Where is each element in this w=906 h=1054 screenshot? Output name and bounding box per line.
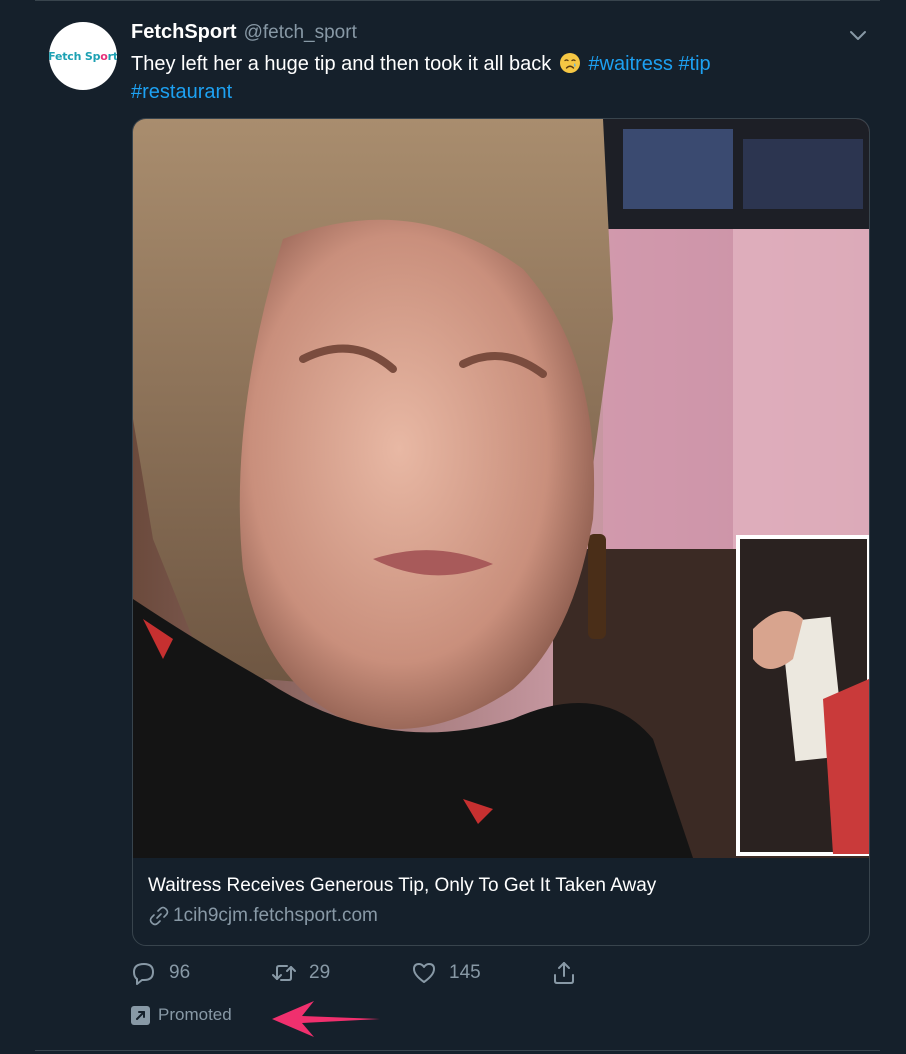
tweet-actions: 96 29 145 bbox=[131, 960, 611, 988]
link-icon bbox=[149, 906, 169, 926]
divider bbox=[35, 1050, 880, 1051]
card-image[interactable] bbox=[133, 119, 869, 858]
tweet-body: They left her a huge tip and then took i… bbox=[131, 53, 552, 75]
like-button[interactable]: 145 bbox=[411, 960, 481, 986]
hashtag-link[interactable]: #tip bbox=[678, 53, 710, 75]
hashtag-link[interactable]: #waitress bbox=[588, 53, 672, 75]
card-link[interactable]: 1cih9cjm.fetchsport.com bbox=[148, 905, 378, 927]
link-card[interactable]: Waitress Receives Generous Tip, Only To … bbox=[132, 118, 870, 946]
hashtag-link[interactable]: #restaurant bbox=[131, 81, 232, 103]
share-button[interactable] bbox=[551, 960, 577, 986]
reply-count: 96 bbox=[169, 962, 191, 983]
reply-button[interactable]: 96 bbox=[131, 960, 190, 986]
handle[interactable]: @fetch_sport bbox=[244, 22, 357, 44]
promoted-arrow-icon bbox=[131, 1005, 150, 1025]
card-title[interactable]: Waitress Receives Generous Tip, Only To … bbox=[148, 875, 656, 897]
display-name[interactable]: FetchSport bbox=[131, 21, 237, 44]
card-link-text: 1cih9cjm.fetchsport.com bbox=[173, 905, 378, 926]
promoted-label: Promoted bbox=[131, 1005, 232, 1025]
reply-icon bbox=[133, 963, 154, 985]
tweet-text: They left her a huge tip and then took i… bbox=[131, 50, 831, 106]
tweet-header: FetchSport @fetch_sport bbox=[131, 21, 357, 47]
crying-face-icon bbox=[559, 53, 580, 73]
annotation-arrow-icon bbox=[272, 1001, 380, 1037]
retweet-icon bbox=[272, 965, 296, 981]
avatar-logo: Fetch Sport bbox=[49, 49, 117, 63]
divider bbox=[35, 0, 880, 1]
avatar[interactable]: Fetch Sport bbox=[49, 22, 117, 90]
retweet-count: 29 bbox=[309, 962, 331, 983]
retweet-button[interactable]: 29 bbox=[271, 960, 330, 986]
share-icon bbox=[554, 962, 574, 984]
heart-icon bbox=[413, 963, 435, 983]
tweet-container[interactable]: Fetch Sport FetchSport @fetch_sport They… bbox=[0, 0, 906, 1054]
promoted-text: Promoted bbox=[158, 1005, 232, 1024]
like-count: 145 bbox=[449, 962, 481, 983]
chevron-down-icon[interactable] bbox=[846, 26, 870, 46]
